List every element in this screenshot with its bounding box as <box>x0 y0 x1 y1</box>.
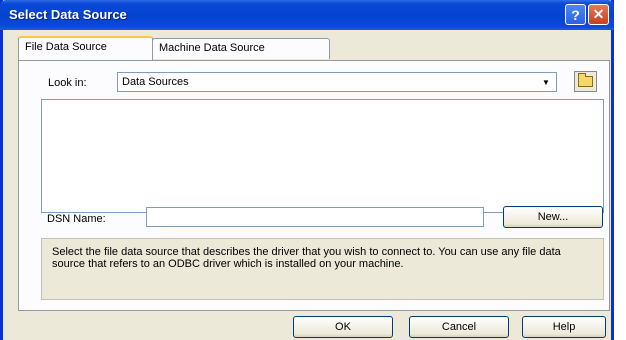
dsn-name-input[interactable] <box>146 207 484 227</box>
tab-machine-data-source[interactable]: Machine Data Source <box>152 38 330 59</box>
question-icon: ? <box>571 6 580 23</box>
file-data-source-panel: Look in: Data Sources ▼ DSN Name: New...… <box>18 60 610 311</box>
description-box: Select the file data source that describ… <box>41 238 604 300</box>
tab-file-data-source[interactable]: File Data Source <box>18 36 153 60</box>
chevron-down-icon[interactable]: ▼ <box>538 75 554 89</box>
close-button[interactable]: ✕ <box>588 4 609 25</box>
dsn-name-label: DSN Name: <box>47 213 106 225</box>
look-in-dropdown[interactable]: Data Sources ▼ <box>117 72 557 92</box>
cancel-button[interactable]: Cancel <box>409 316 509 338</box>
file-list[interactable] <box>41 99 604 213</box>
look-in-label: Look in: <box>48 77 87 89</box>
folder-icon <box>578 73 593 87</box>
new-folder-button[interactable] <box>574 71 597 92</box>
look-in-value: Data Sources <box>122 76 189 88</box>
close-icon: ✕ <box>592 6 605 22</box>
title-help-button[interactable]: ? <box>565 4 586 25</box>
description-text: Select the file data source that describ… <box>52 246 561 270</box>
new-button[interactable]: New... <box>503 206 603 228</box>
title-bar[interactable]: Select Data Source ? ✕ <box>0 0 614 30</box>
help-button[interactable]: Help <box>522 316 606 338</box>
window-title: Select Data Source <box>9 7 127 22</box>
select-data-source-dialog: Select Data Source ? ✕ File Data Source … <box>0 0 614 340</box>
ok-button[interactable]: OK <box>293 316 393 338</box>
